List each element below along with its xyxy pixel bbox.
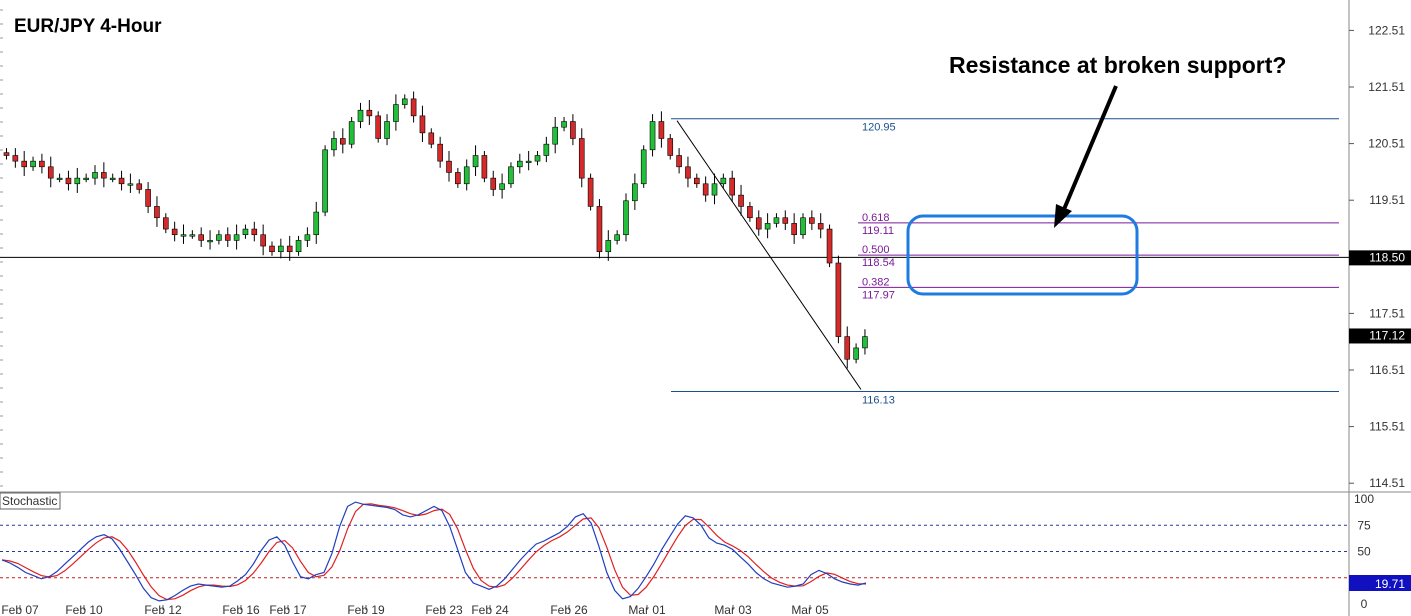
stochastic-axis: 100 75 50 0 (1354, 492, 1374, 611)
candle (596, 199, 603, 259)
fib-value-label: 118.54 (862, 257, 895, 269)
fib-value-label: 117.97 (862, 289, 895, 301)
time-tick-label: Feb 17 (269, 603, 307, 616)
fib-ratio-label: 0.618 (862, 212, 890, 224)
stochastic-tick-label: 100 (1354, 492, 1374, 506)
stochastic-tick-label: 50 (1357, 545, 1371, 559)
annotation-text: Resistance at broken support? (949, 52, 1286, 78)
price-tick-label: 121.51 (1368, 80, 1405, 94)
time-tick-label: Feb 19 (347, 603, 385, 616)
fib-low-label: 116.13 (862, 395, 895, 407)
candle (348, 116, 355, 149)
price-tick-label: 119.51 (1369, 193, 1405, 207)
time-tick-label: Feb 10 (65, 603, 103, 616)
fib-ratio-label: 0.500 (862, 244, 890, 256)
candle (640, 145, 647, 188)
stochastic-levels (0, 524, 1349, 579)
time-tick-label: Mar 05 (791, 603, 829, 616)
chart-title: EUR/JPY 4-Hour (14, 16, 162, 37)
price-tick-label: 114.51 (1369, 476, 1405, 490)
stochastic-value-label: 19.71 (1349, 575, 1411, 591)
time-tick-label: Feb 24 (471, 603, 509, 616)
stochastic-tick-label: 75 (1357, 518, 1371, 532)
time-tick-label: Mar 03 (714, 603, 752, 616)
svg-text:19.71: 19.71 (1375, 577, 1405, 591)
time-tick-label: Feb 12 (144, 603, 182, 616)
price-tick-label: 117.51 (1369, 306, 1405, 320)
candle (835, 255, 842, 344)
candle (322, 145, 328, 217)
time-tick-label: Feb 16 (222, 603, 260, 616)
time-tick-label: Feb 23 (425, 603, 463, 616)
candle (623, 193, 629, 242)
fib-ratio-label: 0.382 (862, 276, 890, 288)
stochastic-tick-label: 0 (1361, 597, 1368, 611)
candle (587, 173, 594, 211)
fib-high-label: 120.95 (862, 122, 896, 134)
support-price-label: 118.50 (1349, 250, 1411, 266)
time-tick-label: Feb 26 (550, 603, 588, 616)
last-price-label: 117.12 (1349, 328, 1411, 344)
candle (481, 150, 488, 183)
stochastic-label: Stochastic (0, 492, 61, 510)
price-tick-label: 122.51 (1368, 23, 1405, 37)
price-tick-label: 116.51 (1369, 363, 1405, 377)
candle (826, 224, 833, 268)
candle (375, 111, 382, 143)
svg-text:118.50: 118.50 (1369, 250, 1405, 264)
svg-text:Stochastic: Stochastic (2, 494, 57, 508)
svg-text:117.12: 117.12 (1369, 328, 1405, 342)
price-tick-label: 115.51 (1369, 420, 1405, 434)
time-tick-label: Mar 01 (628, 603, 666, 616)
time-tick-label: Feb 07 (1, 603, 39, 616)
price-tick-label: 120.51 (1368, 137, 1405, 151)
chart: 122.51121.51120.51119.51118.51117.51116.… (0, 0, 1411, 616)
time-axis: Feb 07 Feb 10 Feb 12 Feb 16 Feb 17 Feb 19 Feb … (1, 603, 829, 616)
fib-value-label: 119.11 (862, 225, 894, 237)
